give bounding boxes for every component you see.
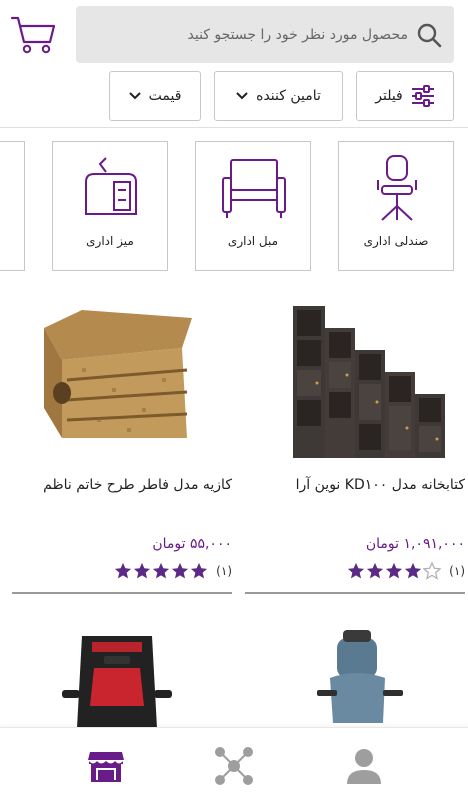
chevron-down-icon [128,92,141,100]
product-card[interactable]: کازیه مدل فاطر طرح خاتم ناظم ۵۵,۰۰۰ توما… [12,288,232,594]
star-filled-icon [134,562,151,579]
product-card[interactable] [245,628,465,728]
supplier-label: تامین کننده [256,88,321,104]
office-desk-icon [85,157,137,215]
chevron-down-icon [236,92,248,100]
price-dropdown[interactable]: قیمت [109,71,201,121]
search-icon [417,23,442,47]
rating-stars [347,562,442,580]
gaming-chair-image [62,636,172,728]
header-divider [0,127,468,128]
category-office-desk[interactable]: میز اداری [52,141,168,271]
bottom-navigation [0,727,468,800]
card-divider [12,592,232,594]
star-filled-icon [386,562,403,579]
filter-row: فیلتر تامین کننده قیمت [0,71,468,123]
price-label: قیمت [148,88,182,104]
rating-stars [114,562,208,580]
product-card[interactable] [12,628,232,728]
product-title: کازیه مدل فاطر طرح خاتم ناظم [43,477,232,493]
category-strip[interactable]: صندلی اداری مبل اداری میز اداری [0,141,468,271]
user-icon[interactable] [344,746,384,786]
product-title: کتابخانه مدل KD۱۰۰ نوین آرا [295,477,465,493]
star-filled-icon [348,562,365,579]
supplier-dropdown[interactable]: تامین کننده [214,71,343,121]
office-chair-icon [377,155,417,221]
star-filled-icon [153,562,170,579]
star-filled-icon [191,562,208,579]
product-price: ۵۵,۰۰۰ تومان [152,536,232,552]
category-label: میز اداری [86,234,134,248]
filter-button[interactable]: فیلتر [356,71,454,121]
rating-count: (۱) [216,564,232,578]
header: فیلتر تامین کننده قیمت [0,0,468,128]
store-icon[interactable] [86,746,126,786]
filter-label: فیلتر [375,88,403,104]
product-card[interactable]: کتابخانه مدل KD۱۰۰ نوین آرا ۱,۰۹۱,۰۰۰ تو… [245,288,465,594]
category-office-sofa[interactable]: مبل اداری [195,141,311,271]
mesh-office-chair-image [317,630,403,723]
bookshelf-image [293,306,445,458]
star-filled-icon [172,562,189,579]
rating-count: (۱) [449,564,465,578]
product-rating: (۱) [245,560,465,582]
search-input[interactable] [108,26,408,43]
cart-icon[interactable] [10,14,56,56]
category-label: مبل اداری [227,234,279,248]
card-divider [245,592,465,594]
cardboard-tray-image [44,310,192,438]
product-rating: (۱) [12,560,232,582]
category-office-chair[interactable]: صندلی اداری [338,141,454,271]
star-filled-icon [405,562,422,579]
star-empty-icon [423,562,442,580]
category-label: صندلی اداری [363,234,429,248]
office-sofa-icon [222,159,286,218]
star-filled-icon [367,562,384,579]
search-bar[interactable] [76,6,454,63]
product-price: ۱,۰۹۱,۰۰۰ تومان [365,536,465,552]
category-partial[interactable] [0,141,25,271]
sliders-icon [411,85,434,107]
star-filled-icon [115,562,132,579]
network-icon[interactable] [214,746,254,786]
